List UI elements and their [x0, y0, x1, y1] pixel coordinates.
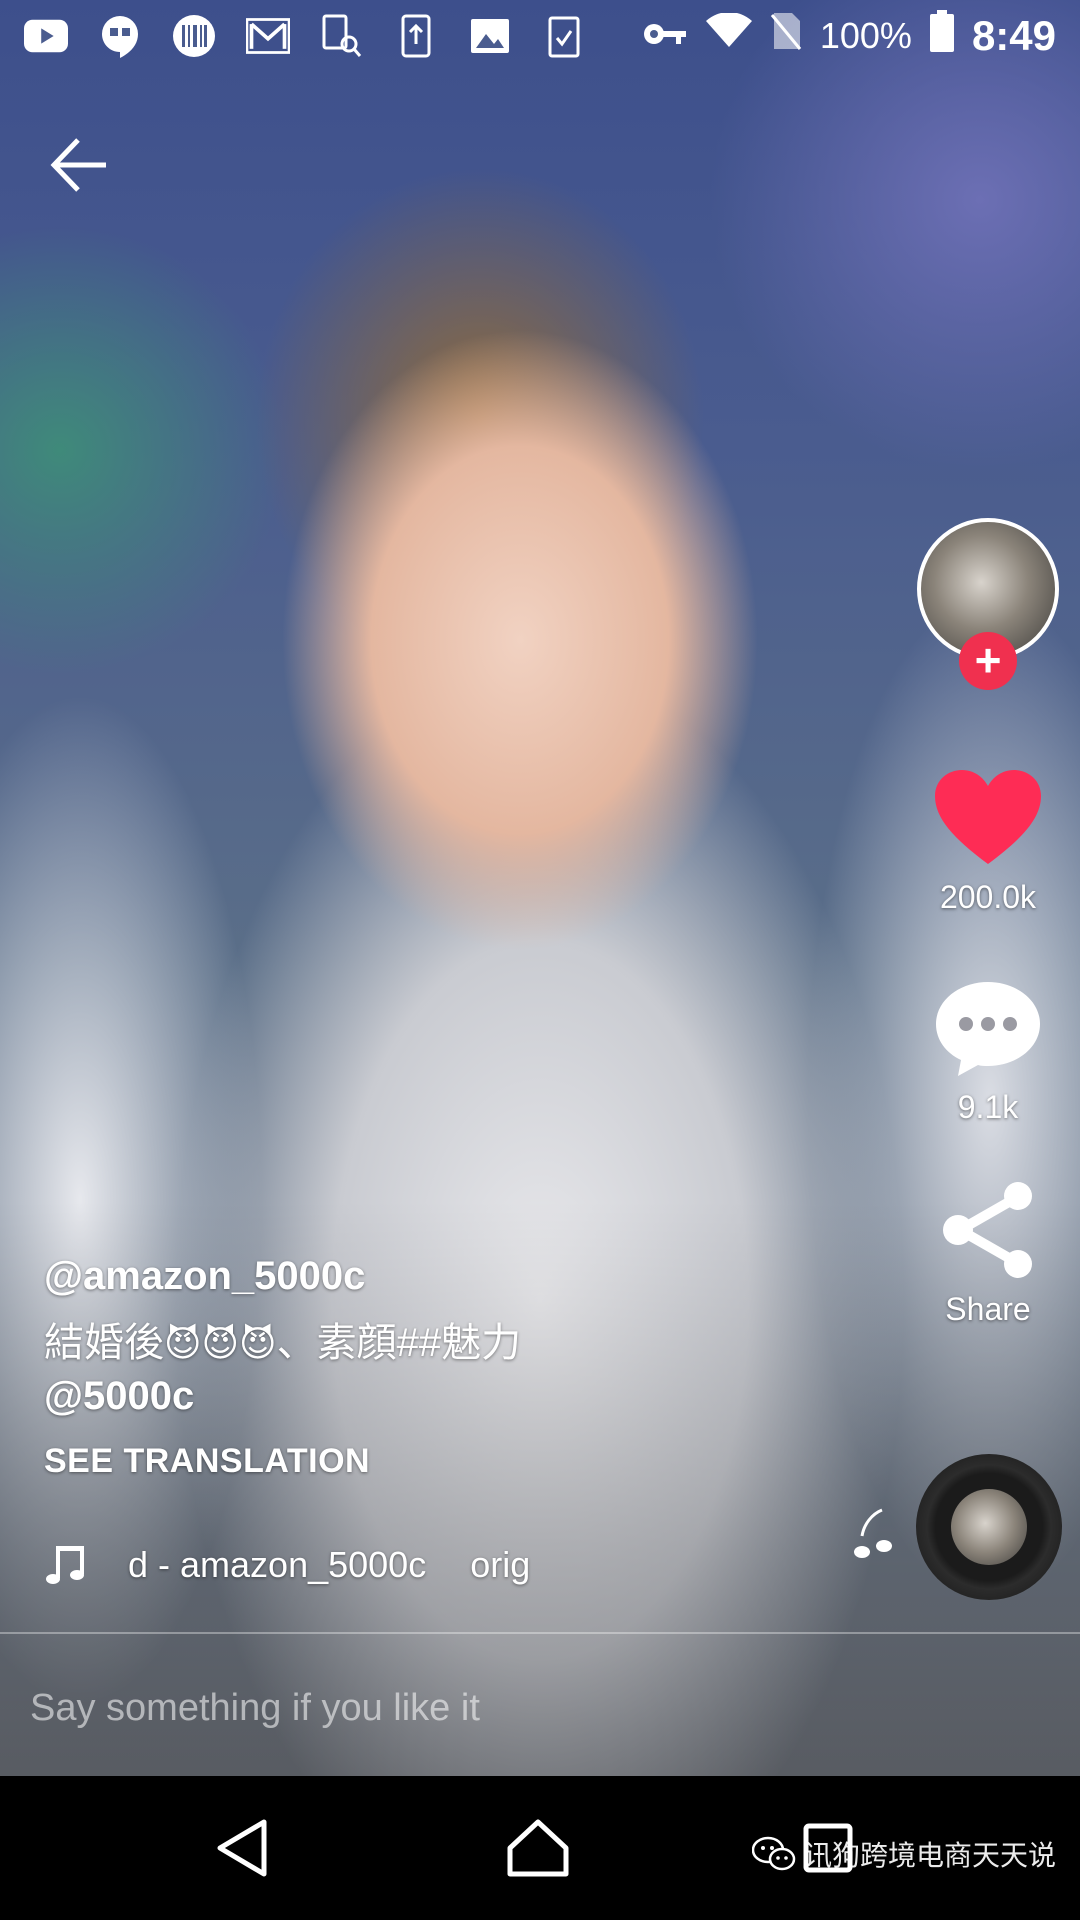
home-icon: [507, 1819, 569, 1877]
music-disc[interactable]: [916, 1454, 1062, 1600]
share-button[interactable]: Share: [918, 1180, 1058, 1328]
youtube-icon: [24, 14, 68, 58]
floating-music-note-icon: [854, 1508, 892, 1558]
heart-icon: [935, 770, 1041, 864]
comment-input[interactable]: [30, 1680, 910, 1736]
arrow-left-icon: [50, 138, 106, 192]
share-label: Share: [945, 1291, 1031, 1327]
follow-button[interactable]: +: [959, 632, 1017, 690]
video-caption: @amazon_5000c 結婚後😈😈😈、素顔##魅力 @5000c SEE T…: [44, 1254, 684, 1481]
sound-info[interactable]: d - amazon_5000c orig: [44, 1544, 530, 1586]
see-translation-button[interactable]: SEE TRANSLATION: [44, 1442, 684, 1481]
author-username[interactable]: @amazon_5000c: [44, 1254, 684, 1299]
barcode-icon: [172, 14, 216, 58]
search-app-icon: [320, 14, 364, 58]
clock: 8:49: [971, 12, 1056, 59]
mention-link[interactable]: @5000c: [44, 1374, 194, 1418]
key-icon: [642, 15, 688, 58]
comment-count: 9.1k: [957, 1089, 1019, 1125]
battery-icon: [929, 10, 954, 62]
nav-back-button[interactable]: [206, 1812, 278, 1884]
gmail-icon: [246, 14, 290, 58]
wechat-icon: [752, 1836, 796, 1871]
like-count: 200.0k: [939, 879, 1037, 915]
battery-percent: 100%: [819, 15, 912, 56]
author-avatar-group[interactable]: +: [917, 518, 1059, 690]
watermark: 讯狗跨境电商天天说: [752, 1834, 1056, 1874]
notification-icons: [24, 14, 586, 58]
comment-bubble-icon: [936, 982, 1040, 1076]
hangouts-icon: [98, 14, 142, 58]
status-bar: 100% 8:49: [0, 0, 1080, 72]
share-icon: [943, 1182, 1032, 1278]
like-button[interactable]: 200.0k: [918, 768, 1058, 916]
wifi-icon: [705, 12, 752, 59]
comment-button[interactable]: 9.1k: [918, 978, 1058, 1126]
no-sim-icon: [770, 11, 802, 61]
clipboard-icon: [542, 14, 586, 58]
system-status: 100% 8:49: [642, 10, 1056, 62]
divider: [0, 1632, 1080, 1634]
download-icon: [394, 14, 438, 58]
sound-cover: [951, 1489, 1027, 1565]
description-text: 結婚後: [44, 1321, 164, 1365]
system-nav-bar: 讯狗跨境电商天天说: [0, 1776, 1080, 1920]
music-note-icon: [46, 1546, 84, 1584]
back-button[interactable]: [46, 130, 116, 200]
watermark-text: 讯狗跨境电商天天说: [804, 1840, 1057, 1871]
sound-title: d - amazon_5000c: [128, 1544, 427, 1585]
description-emojis: 😈😈😈: [164, 1323, 277, 1364]
video-description: 結婚後😈😈😈、素顔##魅力 @5000c: [44, 1317, 684, 1422]
sound-marquee: d - amazon_5000c orig: [128, 1544, 530, 1586]
sound-title-continued: orig: [470, 1544, 531, 1585]
image-icon: [468, 14, 512, 58]
triangle-back-icon: [217, 1819, 267, 1877]
description-hashtags[interactable]: 、素顔##魅力: [277, 1321, 522, 1365]
nav-home-button[interactable]: [502, 1812, 574, 1884]
